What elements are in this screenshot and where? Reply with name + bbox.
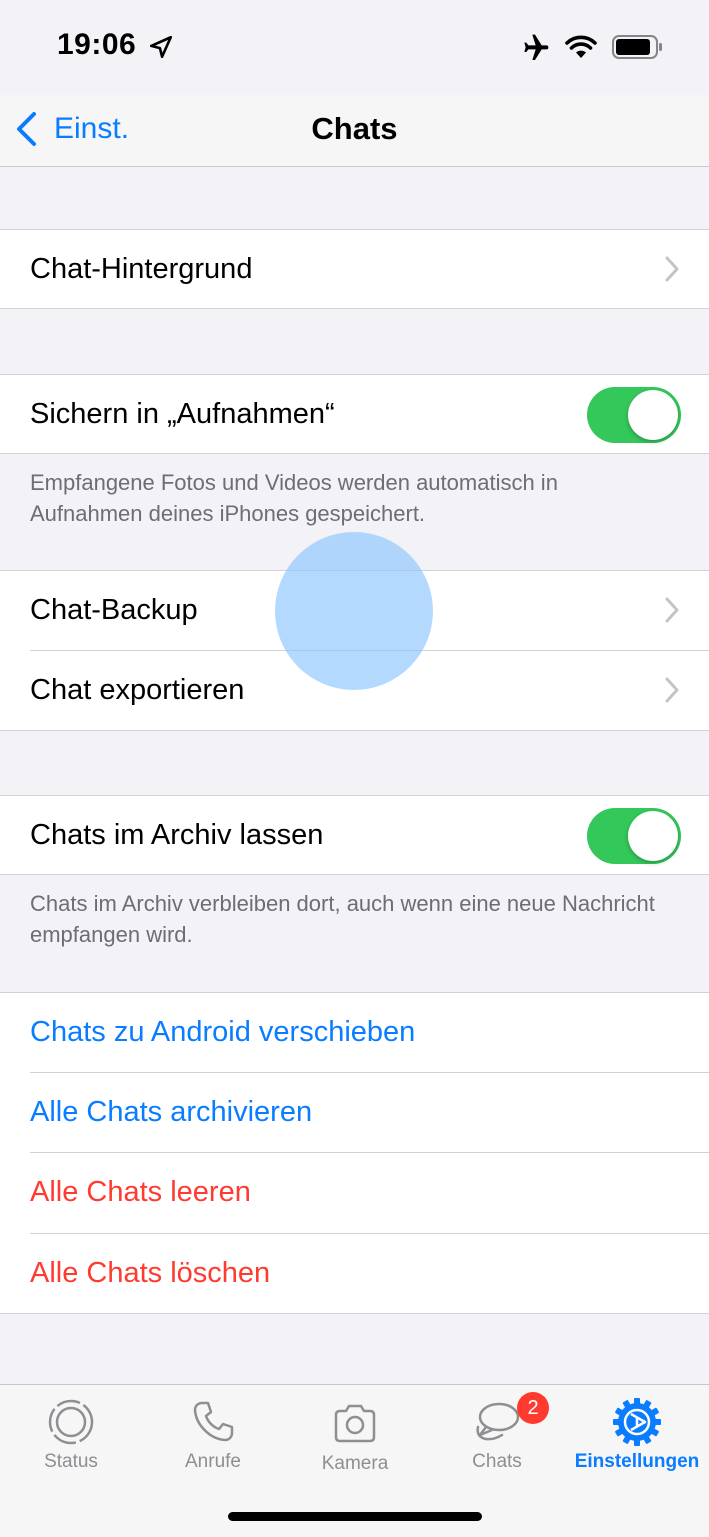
tab-chats-label: Chats — [472, 1451, 522, 1472]
chat-export-label: Chat exportieren — [30, 674, 245, 706]
camera-icon — [334, 1404, 376, 1443]
tab-calls[interactable]: Anrufe — [142, 1385, 284, 1485]
tab-camera[interactable]: Kamera — [284, 1385, 426, 1485]
chevron-right-icon — [665, 597, 679, 623]
clear-all-label: Alle Chats leeren — [30, 1176, 251, 1208]
status-bar: 19:06 — [0, 0, 709, 95]
chevron-right-icon — [665, 677, 679, 703]
battery-icon — [612, 35, 662, 59]
chat-wallpaper-label: Chat-Hintergrund — [30, 253, 253, 285]
tab-camera-label: Kamera — [321, 1453, 389, 1474]
settings-gear-icon — [612, 1397, 662, 1447]
chat-wallpaper-row[interactable]: Chat-Hintergrund — [0, 229, 709, 309]
phone-icon — [193, 1401, 234, 1442]
save-to-photos-label: Sichern in „Aufnahmen“ — [30, 398, 335, 430]
airplane-mode-icon — [524, 34, 549, 60]
move-to-android-label: Chats zu Android verschieben — [30, 1016, 416, 1048]
tab-calls-label: Anrufe — [185, 1451, 241, 1472]
chats-unread-badge: 2 — [517, 1392, 549, 1424]
archive-all-label: Alle Chats archivieren — [30, 1096, 313, 1128]
location-arrow-icon — [149, 35, 173, 59]
navigation-bar: Einst. Chats — [0, 95, 709, 167]
clear-all-row[interactable]: Alle Chats leeren — [0, 1152, 709, 1234]
touch-indicator — [275, 532, 433, 690]
home-indicator[interactable] — [228, 1512, 482, 1521]
chat-backup-label: Chat-Backup — [30, 594, 198, 626]
status-icon — [48, 1399, 94, 1445]
save-to-photos-row: Sichern in „Aufnahmen“ — [0, 374, 709, 454]
toggle-knob — [628, 811, 678, 861]
archive-all-row[interactable]: Alle Chats archivieren — [0, 1072, 709, 1153]
keep-archived-label: Chats im Archiv lassen — [30, 819, 324, 851]
chevron-right-icon — [665, 256, 679, 282]
status-time: 19:06 — [57, 28, 137, 61]
keep-archived-toggle[interactable] — [587, 808, 681, 864]
chat-bubbles-icon — [476, 1402, 520, 1441]
delete-all-row[interactable]: Alle Chats löschen — [0, 1233, 709, 1314]
tab-status[interactable]: Status — [0, 1385, 142, 1485]
tab-settings[interactable]: Einstellungen — [566, 1385, 708, 1485]
delete-all-label: Alle Chats löschen — [30, 1257, 271, 1289]
tab-settings-label: Einstellungen — [574, 1451, 700, 1472]
toggle-knob — [628, 390, 678, 440]
wifi-icon — [565, 35, 597, 58]
page-title: Chats — [311, 111, 398, 146]
keep-archived-note: Chats im Archiv verbleiben dort, auch we… — [30, 891, 655, 947]
save-to-photos-note: Empfangene Fotos und Videos werden autom… — [30, 470, 558, 526]
tab-status-label: Status — [44, 1451, 98, 1472]
keep-archived-row: Chats im Archiv lassen — [0, 795, 709, 875]
move-to-android-row[interactable]: Chats zu Android verschieben — [0, 992, 709, 1073]
save-to-photos-toggle[interactable] — [587, 387, 681, 443]
